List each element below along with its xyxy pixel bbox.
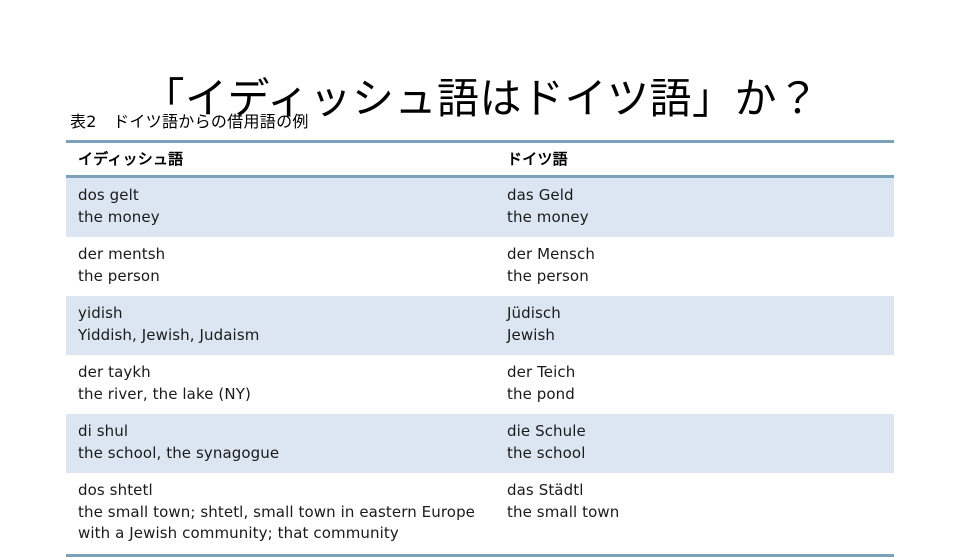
yiddish-gloss: the small town; shtetl, small town in ea… [78, 502, 476, 543]
cell-yiddish: dos shtetl the small town; shtetl, small… [66, 473, 495, 557]
yiddish-gloss: the school, the synagogue [78, 443, 280, 462]
cell-yiddish: yidish Yiddish, Jewish, Judaism [66, 296, 495, 355]
cell-german: der Mensch the person [495, 237, 894, 296]
german-gloss: the money [507, 207, 589, 226]
german-term: die Schule [507, 422, 586, 440]
yiddish-gloss: the person [78, 266, 160, 285]
german-gloss: the school [507, 443, 586, 462]
yiddish-term: der taykh [78, 363, 151, 381]
table-row: der taykh the river, the lake (NY) der T… [66, 355, 894, 414]
cell-german: Jüdisch Jewish [495, 296, 894, 355]
cell-german: das Städtl the small town [495, 473, 894, 557]
yiddish-term: yidish [78, 304, 123, 322]
yiddish-gloss: Yiddish, Jewish, Judaism [78, 325, 260, 344]
yiddish-term: di shul [78, 422, 129, 440]
cell-german: die Schule the school [495, 414, 894, 473]
loanword-table: イディッシュ語 ドイツ語 dos gelt the money das Geld… [66, 140, 894, 557]
table-row: der mentsh the person der Mensch the per… [66, 237, 894, 296]
column-header-yiddish: イディッシュ語 [66, 140, 495, 178]
german-term: das Geld [507, 186, 574, 204]
table-header: イディッシュ語 ドイツ語 [66, 140, 894, 178]
yiddish-term: dos gelt [78, 186, 139, 204]
table-caption: 表2 ドイツ語からの借用語の例 [70, 112, 309, 131]
cell-yiddish: der taykh the river, the lake (NY) [66, 355, 495, 414]
cell-yiddish: dos gelt the money [66, 176, 495, 237]
german-gloss: the small town [507, 502, 620, 521]
cell-german: das Geld the money [495, 176, 894, 237]
table-body: dos gelt the money das Geld the money de… [66, 176, 894, 557]
yiddish-term: dos shtetl [78, 481, 153, 499]
german-term: der Mensch [507, 245, 595, 263]
slide-canvas: 「イディッシュ語はドイツ語」か？ 表2 ドイツ語からの借用語の例 イディッシュ語… [0, 0, 960, 557]
german-gloss: the pond [507, 384, 575, 403]
cell-yiddish: di shul the school, the synagogue [66, 414, 495, 473]
yiddish-gloss: the money [78, 207, 160, 226]
cell-german: der Teich the pond [495, 355, 894, 414]
table-row: yidish Yiddish, Jewish, Judaism Jüdisch … [66, 296, 894, 355]
cell-yiddish: der mentsh the person [66, 237, 495, 296]
table-row: dos shtetl the small town; shtetl, small… [66, 473, 894, 557]
german-term: Jüdisch [507, 304, 561, 322]
table-header-row: イディッシュ語 ドイツ語 [66, 140, 894, 178]
german-gloss: Jewish [507, 325, 556, 344]
yiddish-term: der mentsh [78, 245, 166, 263]
german-gloss: the person [507, 266, 589, 285]
yiddish-gloss: the river, the lake (NY) [78, 384, 251, 403]
table-row: di shul the school, the synagogue die Sc… [66, 414, 894, 473]
german-term: der Teich [507, 363, 576, 381]
column-header-german: ドイツ語 [495, 140, 894, 178]
table-row: dos gelt the money das Geld the money [66, 176, 894, 237]
german-term: das Städtl [507, 481, 584, 499]
